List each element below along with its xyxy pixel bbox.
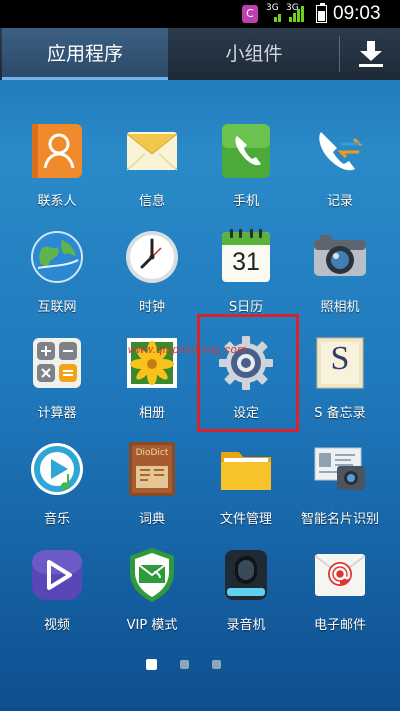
app-label: 照相机: [320, 300, 360, 315]
tab-apps[interactable]: 应用程序: [2, 28, 168, 80]
sim2-signal-icon: [289, 6, 304, 22]
dictionary-icon: DioDict: [123, 440, 181, 498]
dictionary-brand-text: DioDict: [135, 448, 169, 458]
notification-badge: C: [242, 5, 258, 23]
messages-icon: [123, 122, 181, 180]
app-label: VIP 模式: [126, 618, 178, 633]
app-label: 时钟: [138, 300, 165, 315]
app-label: S日历: [228, 300, 264, 315]
download-icon: [359, 41, 383, 67]
calculator-icon: [28, 334, 86, 392]
settings-highlight-box: [197, 314, 299, 432]
app-label: 音乐: [43, 512, 70, 527]
app-label: 记录: [326, 194, 353, 209]
app-file-manager[interactable]: 文件管理: [201, 440, 291, 527]
status-bar: C 3G 3G 09:03: [0, 0, 400, 28]
app-label: 手机: [232, 194, 259, 209]
battery-icon: [316, 3, 327, 23]
voice-recorder-icon: [217, 546, 275, 604]
gallery-icon: [123, 334, 181, 392]
app-camera[interactable]: 照相机: [295, 228, 385, 315]
s-memo-icon: S: [311, 334, 369, 392]
app-messages[interactable]: 信息: [107, 122, 197, 209]
phone-icon: [217, 122, 275, 180]
calendar-icon: 31: [217, 228, 275, 286]
business-card-icon: [311, 440, 369, 498]
app-s-memo[interactable]: S S 备忘录: [295, 334, 385, 421]
app-dictionary[interactable]: DioDict 词典: [107, 440, 197, 527]
page-indicator: [0, 659, 400, 674]
app-label: 联系人: [37, 194, 77, 209]
app-vip-mode[interactable]: VIP 模式: [107, 546, 197, 633]
app-calendar[interactable]: 31 S日历: [201, 228, 291, 315]
app-label: 相册: [138, 406, 165, 421]
app-calculator[interactable]: 计算器: [12, 334, 102, 421]
call-log-icon: [311, 122, 369, 180]
app-video[interactable]: 视频: [12, 546, 102, 633]
clock-icon: [123, 228, 181, 286]
app-email[interactable]: 电子邮件: [295, 546, 385, 633]
page-dot-2[interactable]: [180, 660, 189, 669]
email-icon: [311, 546, 369, 604]
camera-icon: [311, 228, 369, 286]
app-internet[interactable]: 互联网: [12, 228, 102, 315]
app-label: 视频: [43, 618, 70, 633]
app-drawer-tab-bar: 应用程序 小组件: [0, 28, 400, 80]
app-voice-recorder[interactable]: 录音机: [201, 546, 291, 633]
app-label: 互联网: [37, 300, 77, 315]
app-label: 智能名片识别: [300, 512, 379, 527]
app-music[interactable]: 音乐: [12, 440, 102, 527]
sim1-signal-icon: [268, 6, 282, 22]
tab-widgets[interactable]: 小组件: [170, 28, 338, 80]
video-icon: [28, 546, 86, 604]
app-label: 词典: [138, 512, 165, 527]
file-manager-icon: [217, 440, 275, 498]
tab-divider: [339, 36, 340, 72]
app-label: 电子邮件: [313, 618, 366, 633]
app-clock[interactable]: 时钟: [107, 228, 197, 315]
page-dot-1[interactable]: [146, 659, 157, 670]
page-dot-3[interactable]: [212, 660, 221, 669]
download-button[interactable]: [341, 28, 400, 80]
app-label: 信息: [138, 194, 165, 209]
music-icon: [28, 440, 86, 498]
app-label: 文件管理: [219, 512, 272, 527]
app-phone[interactable]: 手机: [201, 122, 291, 209]
app-business-card-reader[interactable]: 智能名片识别: [290, 440, 390, 527]
app-label: S 备忘录: [314, 406, 366, 421]
s-memo-letter: S: [330, 340, 350, 377]
clock-time: 09:03: [333, 3, 381, 24]
vip-mode-icon: [123, 546, 181, 604]
internet-icon: [28, 228, 86, 286]
app-label: 录音机: [226, 618, 266, 633]
app-label: 计算器: [37, 406, 77, 421]
app-call-log[interactable]: 记录: [295, 122, 385, 209]
contacts-icon: [28, 122, 86, 180]
calendar-day-number: 31: [232, 248, 260, 276]
app-contacts[interactable]: 联系人: [12, 122, 102, 209]
